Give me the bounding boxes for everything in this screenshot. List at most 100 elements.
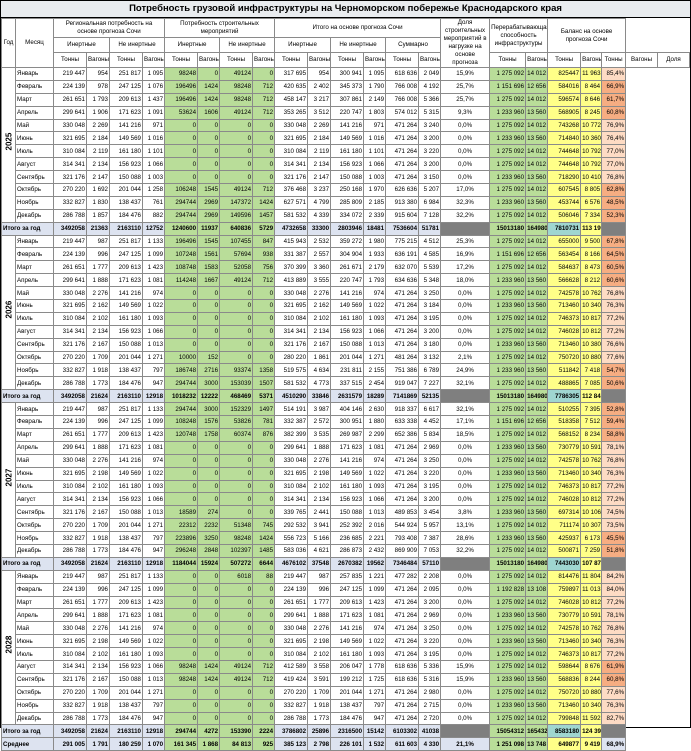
value-cell: 996 [86, 415, 110, 429]
value-cell: 152 [197, 350, 221, 365]
value-cell: 270 220 [274, 685, 309, 700]
value-cell: 2 134 [307, 492, 332, 507]
value-cell: 471 264 [385, 286, 420, 301]
value-cell: 156 923 [109, 157, 143, 172]
average-cell: 4 330 [418, 737, 442, 751]
total-cell: 19562 [363, 556, 387, 571]
value-cell: 2 980 [418, 685, 442, 700]
value-cell: 270 220 [53, 685, 87, 700]
value-cell: 13 560 [525, 170, 549, 185]
value-cell: 0,0% [440, 698, 491, 713]
table-row: Май 330 048 2 276 141 216 974 0 0 0 0 330 048 2 27… [2, 453, 690, 468]
month-cell: Июль [15, 479, 54, 494]
value-cell: 15,9% [440, 672, 491, 687]
value-cell: 2 167 [86, 337, 110, 352]
total-label: Итого за год [1, 556, 54, 571]
value-cell: 294744 [164, 402, 199, 417]
value-cell: 150 088 [109, 672, 143, 687]
value-cell: 746028 [547, 492, 582, 507]
total-cell: 4510290 [274, 389, 309, 404]
header-noninert: Не инертные [330, 37, 387, 54]
month-cell: Май [15, 118, 54, 133]
value-cell: 280 220 [274, 350, 309, 365]
value-cell: 321 695 [274, 131, 309, 146]
value-cell: 314 341 [274, 157, 309, 172]
total-cell: 2224 [252, 724, 276, 739]
value-cell: 712 [252, 672, 276, 687]
value-cell: 947 [141, 543, 166, 558]
value-cell: 1 093 [363, 647, 387, 661]
month-cell: Сентябрь [15, 170, 54, 185]
total-cell [601, 556, 627, 571]
value-cell: 1 275 092 [489, 492, 527, 507]
month-cell: Июнь [15, 299, 54, 313]
value-cell: 32,2% [440, 208, 491, 223]
value-cell: 730779 [547, 608, 582, 623]
value-cell: 60,6% [601, 273, 627, 288]
value-cell: 261 651 [53, 427, 87, 442]
table-row: Июнь 321 695 2 184 149 569 1 016 0 0 0 0 321 695 2… [2, 131, 690, 146]
average-row: Среднее 291 005 1 791 180 259 1 070 161 345 1 … [1, 737, 690, 751]
year-label: 2028 [1, 569, 16, 726]
value-cell: 759897 [547, 582, 582, 597]
value-cell: 299 641 [274, 608, 309, 623]
value-cell: 370 399 [274, 260, 309, 275]
value-cell: 310 084 [53, 144, 87, 159]
total-cell: 1240600 [164, 221, 199, 236]
total-cell: 12918 [141, 389, 166, 404]
value-cell: 0 [252, 350, 276, 365]
value-cell: 627 571 [274, 195, 309, 210]
month-cell: Ноябрь [15, 698, 54, 713]
value-cell: 2 402 [307, 79, 332, 94]
value-cell: 25,7% [440, 79, 491, 94]
value-cell: 2 102 [86, 479, 110, 494]
value-cell: 296248 [164, 543, 199, 558]
value-cell: 332 827 [53, 195, 87, 210]
value-cell: 750720 [547, 350, 582, 365]
value-cell: 420 635 [274, 79, 309, 94]
value-cell: 13 560 [525, 634, 549, 649]
value-cell: 947 [363, 711, 387, 726]
value-cell: 2 269 [86, 118, 110, 133]
value-cell: 882 [141, 208, 166, 223]
value-cell: 28,6% [440, 531, 491, 545]
value-cell: 1 275 092 [489, 647, 527, 661]
value-cell: 286 788 [53, 711, 87, 726]
value-cell: 10 762 [580, 621, 603, 636]
value-cell: 0 [252, 466, 276, 481]
value-cell: 0,0% [440, 479, 491, 494]
header-regional: Региональная потребность на основе прогн… [52, 17, 166, 39]
month-cell: Ноябрь [15, 531, 54, 545]
value-cell: 77,2% [601, 479, 627, 494]
average-cell: 1 868 [197, 737, 221, 751]
value-cell: 3 200 [418, 324, 442, 339]
table-row: Апрель 299 641 1 888 171 623 1 081 114248 1667… [2, 273, 690, 288]
value-cell: 321 176 [274, 337, 309, 352]
value-cell: 58,8% [601, 427, 627, 442]
value-cell: 1 022 [363, 634, 387, 649]
value-cell: 2 102 [86, 311, 110, 326]
value-cell: 0 [164, 466, 199, 481]
value-cell: 49124 [219, 659, 254, 674]
value-cell: 6 576 [580, 195, 603, 210]
value-cell: 1 888 [307, 608, 332, 623]
unit-header: Тонны [219, 52, 254, 68]
value-cell: 756 [252, 260, 276, 275]
value-cell: 330 048 [53, 286, 87, 301]
value-cell: 1424 [197, 672, 221, 687]
table-row: Декабрь 286 788 1 773 184 476 947 296248 2848 1… [2, 543, 690, 558]
total-cell: 2631579 [330, 389, 365, 404]
value-cell: 471 264 [385, 131, 420, 146]
value-cell: 1545 [197, 183, 221, 197]
value-cell: 1 151 696 [489, 79, 527, 94]
value-cell: 73,5% [601, 518, 627, 533]
total-cell [601, 724, 627, 739]
value-cell: 314 341 [274, 324, 309, 339]
value-cell: 7 395 [580, 402, 603, 417]
value-cell: 1 233 960 [489, 299, 527, 313]
value-cell: 2 119 [86, 144, 110, 159]
unit-header: Вагоны [625, 52, 659, 68]
value-cell: 0 [252, 711, 276, 726]
value-cell: 0,0% [440, 118, 491, 133]
value-cell: 0 [197, 466, 221, 481]
